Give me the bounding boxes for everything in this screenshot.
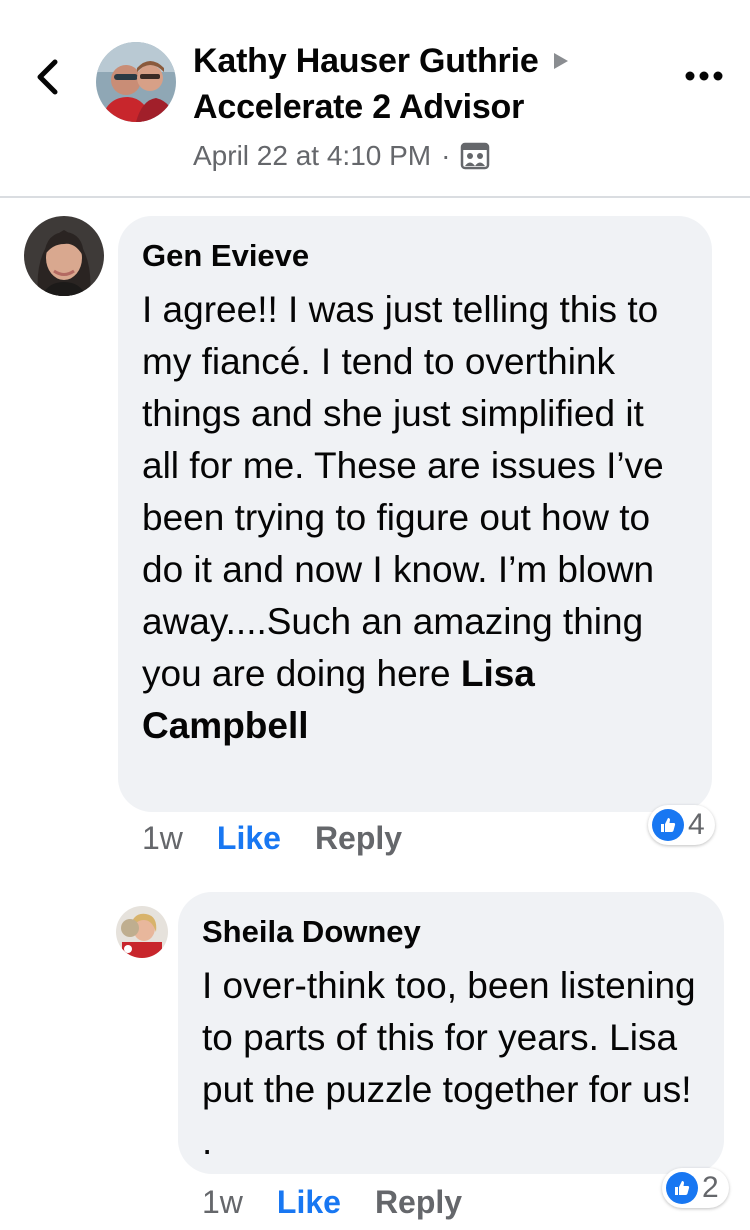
- thumbs-up-icon: [652, 809, 684, 841]
- comment-author[interactable]: Sheila Downey: [202, 912, 700, 952]
- comment-bubble: Gen Evieve I agree!! I was just telling …: [118, 216, 712, 812]
- post-meta: April 22 at 4:10 PM ·: [193, 136, 663, 176]
- reply-button[interactable]: Reply: [375, 1184, 462, 1221]
- thumbs-up-icon: [666, 1172, 698, 1204]
- reaction-count[interactable]: 4: [648, 805, 715, 845]
- like-button[interactable]: Like: [277, 1184, 341, 1221]
- comment-author[interactable]: Gen Evieve: [142, 236, 688, 276]
- caret-right-icon: [551, 50, 571, 72]
- comment-text: I over-think too, been listening to part…: [202, 965, 696, 1162]
- meta-separator: ·: [441, 140, 451, 171]
- comment-actions: 1w Like Reply: [202, 1180, 462, 1224]
- reply-bubble: Sheila Downey I over-think too, been lis…: [178, 892, 724, 1174]
- comment-actions: 1w Like Reply: [142, 816, 402, 860]
- chevron-left-icon[interactable]: [30, 52, 66, 102]
- like-button[interactable]: Like: [217, 820, 281, 857]
- comment-time[interactable]: 1w: [202, 1184, 243, 1221]
- comment-time[interactable]: 1w: [142, 820, 183, 857]
- post-header: Kathy Hauser Guthrie Accelerate 2 Adviso…: [0, 0, 750, 198]
- group-privacy-icon: [460, 141, 490, 171]
- post-header-text: Kathy Hauser Guthrie Accelerate 2 Adviso…: [193, 38, 663, 176]
- comment-body: I agree!! I was just telling this to my …: [142, 289, 664, 694]
- more-options-icon[interactable]: [684, 64, 724, 88]
- poster-name[interactable]: Kathy Hauser Guthrie: [193, 42, 539, 81]
- poster-avatar[interactable]: [96, 42, 176, 122]
- comment-text: I agree!! I was just telling this to my …: [142, 284, 688, 752]
- reply-button[interactable]: Reply: [315, 820, 402, 857]
- reaction-number: 2: [702, 1171, 719, 1204]
- post-timestamp[interactable]: April 22 at 4:10 PM: [193, 140, 431, 172]
- commenter-avatar[interactable]: [116, 906, 168, 958]
- group-name[interactable]: Accelerate 2 Advisor: [193, 84, 663, 130]
- reaction-count[interactable]: 2: [662, 1168, 729, 1208]
- reaction-number: 4: [688, 808, 705, 841]
- commenter-avatar[interactable]: [24, 216, 104, 296]
- poster-row: Kathy Hauser Guthrie: [193, 38, 663, 84]
